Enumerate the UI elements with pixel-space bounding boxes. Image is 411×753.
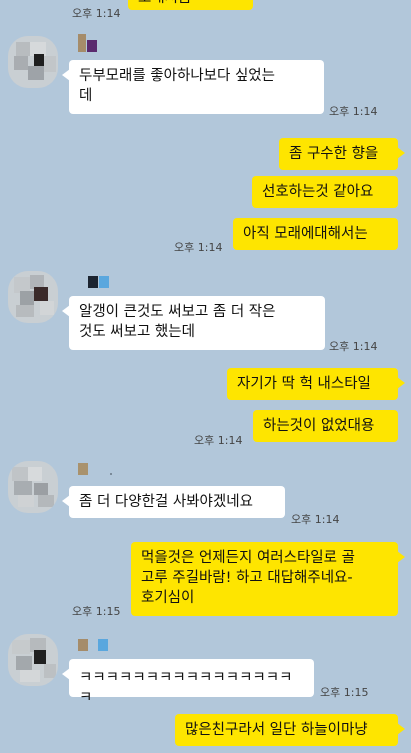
message-time: 오후 1:14	[174, 241, 223, 254]
message-time: 오후 1:14	[329, 105, 378, 118]
message-time: 오후 1:14	[194, 434, 243, 447]
message-time: 오후 1:15	[72, 605, 121, 618]
sender-name-redacted	[88, 273, 110, 288]
incoming-message[interactable]: ㅋㅋㅋㅋㅋㅋㅋㅋㅋㅋㅋㅋㅋㅋㅋㅋㅋ	[62, 659, 314, 706]
sender-avatar[interactable]	[8, 271, 58, 323]
outgoing-message[interactable]: 하는것이 없었대용	[253, 410, 398, 442]
outgoing-message[interactable]: 선호하는것 같아요	[252, 176, 398, 208]
outgoing-message[interactable]: 자기가 딱 헉 내스타일	[227, 368, 405, 400]
incoming-message[interactable]: 알갱이 큰것도 써보고 좀 더 작은 것도 써보고 했는데	[62, 296, 325, 350]
chat-area[interactable]: 모래지뭄 오후 1:14 두부모래를 좋아하나보다 싶었는 데 오후 1:14 …	[0, 0, 411, 753]
outgoing-message[interactable]: 좀 구수한 향을	[279, 138, 405, 170]
message-time: 오후 1:14	[329, 340, 378, 353]
sender-avatar[interactable]	[8, 36, 58, 88]
message-time: 오후 1:14	[72, 7, 121, 20]
sender-name-redacted	[78, 34, 98, 52]
outgoing-message[interactable]: 모래지뭄	[128, 0, 253, 10]
incoming-message[interactable]: 두부모래를 좋아하나보다 싶었는 데	[62, 60, 324, 114]
sender-name-redacted	[78, 460, 113, 475]
sender-avatar[interactable]	[8, 461, 58, 513]
incoming-message[interactable]: 좀 더 다양한걸 사봐야겠네요	[62, 486, 285, 518]
outgoing-message[interactable]: 먹을것은 언제든지 여러스타일로 골 고루 주길바람! 하고 대답해주네요- 호…	[131, 542, 405, 616]
sender-name-redacted	[78, 636, 109, 651]
message-time: 오후 1:15	[320, 686, 369, 699]
outgoing-message[interactable]: 아직 모래에대해서는	[233, 218, 398, 250]
message-time: 오후 1:14	[291, 513, 340, 526]
sender-avatar[interactable]	[8, 634, 58, 686]
outgoing-message[interactable]: 많은친구라서 일단 하늘이마냥	[175, 714, 405, 746]
